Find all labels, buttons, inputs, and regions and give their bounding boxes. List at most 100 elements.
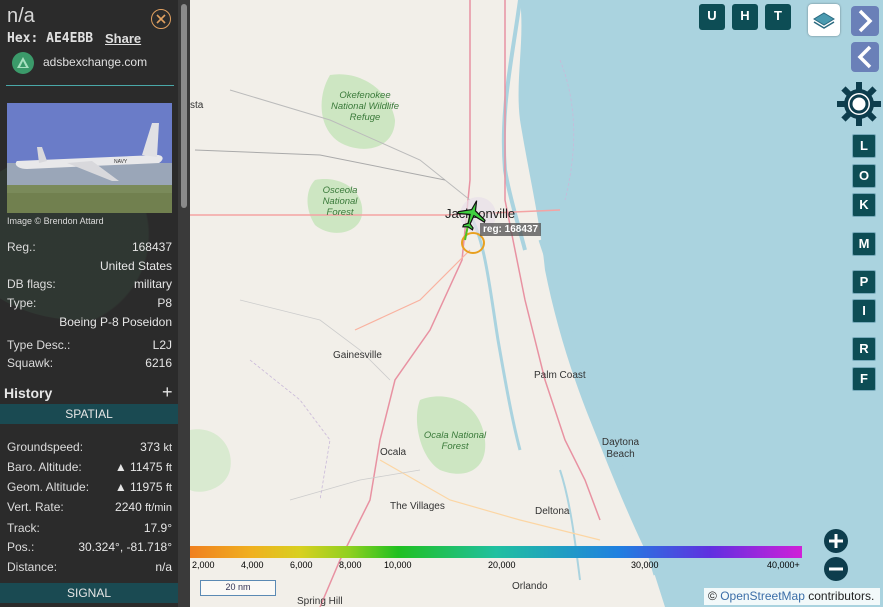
openstreetmap-link[interactable]: OpenStreetMap (720, 589, 805, 603)
label-villages: The Villages (390, 501, 445, 512)
detail-row: DB flags: military (7, 277, 172, 295)
source-link[interactable]: adsbexchange.com (43, 55, 147, 69)
altitude-legend (190, 546, 802, 558)
detail-row: Boeing P-8 Poseidon (7, 315, 172, 333)
spatial-label: Track: (7, 521, 40, 535)
signal-section-header[interactable]: SIGNAL (0, 583, 178, 603)
legend-tick: 2,000 (192, 560, 215, 570)
button-t[interactable]: T (765, 4, 791, 30)
button-o[interactable]: O (852, 164, 876, 188)
detail-label: Reg.: (7, 240, 36, 254)
minus-icon (829, 567, 843, 571)
spatial-row: Groundspeed: 373 kt (7, 440, 172, 458)
label-okefenokee: Okefenokee National Wildlife Refuge (330, 90, 400, 123)
spatial-row: Geom. Altitude: ▲ 11975 ft (7, 480, 172, 498)
detail-label: Squawk: (7, 356, 54, 370)
spatial-label: Distance: (7, 560, 58, 574)
attribution-suffix: contributors. (808, 589, 875, 603)
hex-id: Hex: AE4EBB (7, 31, 93, 46)
spatial-row: Track: 17.9° (7, 521, 172, 539)
detail-value: military (134, 277, 172, 291)
spatial-value: 2240 ft/min (115, 500, 172, 514)
detail-row: Reg.: 168437 (7, 240, 172, 258)
expand-right-button[interactable] (851, 6, 879, 36)
legend-tick: 4,000 (241, 560, 264, 570)
scale-label: 20 nm (225, 582, 251, 592)
spatial-label: Groundspeed: (7, 440, 84, 454)
button-h[interactable]: H (732, 4, 758, 30)
detail-row: Squawk: 6216 (7, 356, 172, 374)
history-heading[interactable]: History (4, 385, 52, 401)
detail-row: Type: P8 (7, 296, 172, 314)
label-palm-coast: Palm Coast (534, 370, 586, 381)
label-sta: sta (190, 100, 204, 111)
button-f[interactable]: F (852, 367, 876, 391)
button-p[interactable]: P (852, 270, 876, 294)
spatial-label: Vert. Rate: (7, 500, 64, 514)
aircraft-photo[interactable]: NAVY (7, 103, 172, 213)
adsbexchange-icon (12, 52, 34, 74)
spatial-label: Baro. Altitude: (7, 460, 82, 474)
button-l[interactable]: L (852, 134, 876, 158)
hex-label: Hex: (7, 31, 39, 46)
scrollbar-thumb[interactable] (181, 4, 187, 208)
legend-tick: 6,000 (290, 560, 313, 570)
map-view[interactable]: sta Okefenokee National Wildlife Refuge … (190, 0, 883, 607)
button-i[interactable]: I (852, 299, 876, 323)
label-orlando: Orlando (512, 581, 548, 592)
sidebar-scrollbar[interactable] (178, 0, 190, 607)
label-deltona: Deltona (535, 506, 570, 517)
detail-row: United States (7, 259, 172, 277)
layers-button[interactable] (808, 4, 840, 36)
detail-label: Type Desc.: (7, 338, 71, 352)
history-expand-button[interactable]: + (162, 382, 173, 403)
spatial-row: Distance: n/a (7, 560, 172, 578)
plus-icon (829, 534, 843, 548)
button-r[interactable]: R (852, 337, 876, 361)
chevron-left-icon (857, 45, 872, 69)
zoom-in-button[interactable] (824, 529, 848, 553)
spatial-value: ▲ 11975 ft (114, 480, 172, 494)
chevron-right-icon (858, 9, 873, 33)
legend-tick: 30,000 (631, 560, 659, 570)
aircraft-callsign: n/a (7, 5, 35, 27)
detail-value: 6216 (145, 356, 172, 370)
spatial-value: 17.9° (143, 521, 172, 535)
spatial-row: Baro. Altitude: ▲ 11475 ft (7, 460, 172, 478)
label-gainesville: Gainesville (333, 350, 382, 361)
zoom-out-button[interactable] (824, 557, 848, 581)
hex-value: AE4EBB (46, 31, 94, 46)
detail-label: Type: (7, 296, 37, 310)
legend-tick: 10,000 (384, 560, 412, 570)
detail-value: P8 (157, 296, 172, 310)
aircraft-reg-tag: reg: 168437 (480, 223, 542, 236)
collapse-left-button[interactable] (851, 42, 879, 72)
spatial-section-header[interactable]: SPATIAL (0, 404, 178, 424)
detail-label: DB flags: (7, 277, 56, 291)
legend-tick: 20,000 (488, 560, 516, 570)
spatial-row: Vert. Rate: 2240 ft/min (7, 500, 172, 518)
share-link[interactable]: Share (105, 31, 141, 46)
legend-tick: 8,000 (339, 560, 362, 570)
map-scale: 20 nm (200, 580, 276, 596)
label-spring-hill: Spring Hill (297, 596, 343, 607)
spatial-label: Pos.: (7, 540, 35, 554)
label-ocala: Ocala (380, 447, 407, 458)
detail-value: 168437 (131, 240, 172, 254)
settings-button[interactable] (836, 81, 882, 127)
photo-navy-text: NAVY (114, 159, 128, 165)
spatial-label: Geom. Altitude: (7, 480, 90, 494)
button-k[interactable]: K (852, 193, 876, 217)
button-m[interactable]: M (852, 232, 876, 256)
label-osceola: Osceola National Forest (322, 185, 358, 218)
aircraft-info-panel: n/a Hex: AE4EBB Share adsbexchange.com N… (0, 0, 190, 607)
spatial-value: n/a (155, 560, 172, 574)
spatial-value: 30.324°, -81.718° (78, 540, 172, 554)
close-button[interactable] (151, 9, 171, 29)
legend-tick: 40,000+ (767, 560, 800, 570)
spatial-row: Pos.: 30.324°, -81.718° (7, 540, 172, 558)
divider (6, 85, 174, 86)
button-u[interactable]: U (699, 4, 725, 30)
attribution-prefix: © (708, 589, 717, 603)
gear-icon (837, 82, 881, 126)
